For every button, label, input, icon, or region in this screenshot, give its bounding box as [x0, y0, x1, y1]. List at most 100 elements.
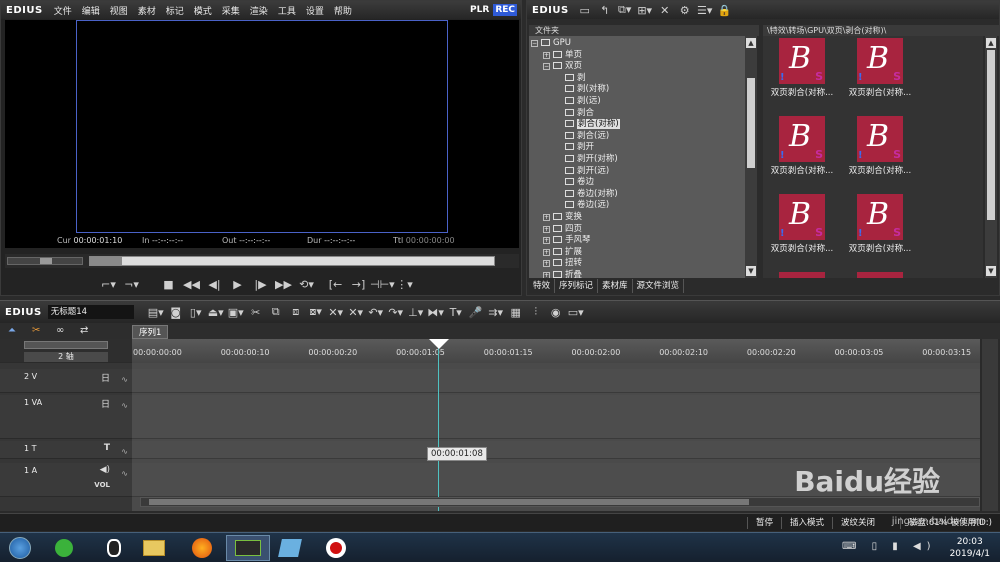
effect-thumbnail[interactable]: B! S 双页剥合(对称... — [843, 194, 917, 264]
rewind-icon[interactable]: ◀◀ — [180, 278, 203, 291]
tree-node[interactable]: 卷边(对称) — [565, 189, 618, 200]
expand-icon[interactable]: + — [543, 214, 550, 221]
timeline-vscroll[interactable] — [982, 339, 998, 511]
track-1va[interactable]: 1 VA 日 ∿ — [0, 395, 132, 439]
color-icon[interactable]: ◉ — [546, 306, 566, 319]
tree-node[interactable]: 卷边 — [565, 177, 594, 188]
tree-node[interactable]: 剥合(对称) — [565, 119, 620, 130]
undo-icon[interactable]: ↶▾ — [366, 306, 386, 319]
effect-thumbnail-partial[interactable] — [779, 272, 825, 278]
title-icon[interactable]: T▾ — [446, 306, 466, 319]
set-in-icon[interactable]: ⌐▾ — [97, 278, 120, 291]
transition-icon[interactable]: ⧓▾ — [426, 306, 446, 319]
collapse-icon[interactable]: − — [543, 63, 550, 71]
grid-icon[interactable]: ▦ — [506, 306, 526, 319]
menu-marker[interactable]: 标记 — [161, 4, 189, 17]
tree-node[interactable]: 剥开(对称) — [565, 154, 618, 165]
thumbs-scroll-down-icon[interactable]: ▼ — [986, 266, 996, 276]
effect-thumbnail[interactable]: B! S 双页剥合(对称... — [765, 194, 839, 264]
cursor-head-icon[interactable] — [429, 339, 449, 349]
explorer-icon[interactable] — [136, 535, 172, 561]
track-lane-2v[interactable] — [132, 369, 980, 393]
menu-file[interactable]: 文件 — [49, 4, 77, 17]
menu-tools[interactable]: 工具 — [273, 4, 301, 17]
expand-icon[interactable]: + — [543, 237, 550, 245]
tree-node[interactable]: + 变换 — [543, 212, 582, 223]
tree-node[interactable]: 剥合(远) — [565, 131, 609, 142]
menu-clip[interactable]: 素材 — [133, 4, 161, 17]
thumbs-scroll-thumb[interactable] — [987, 50, 995, 220]
effect-thumbnail[interactable]: B! S 双页剥合(对称... — [765, 38, 839, 108]
open-icon[interactable]: ⏏▾ — [206, 306, 226, 319]
add-icon[interactable]: ⊞▾ — [635, 4, 655, 17]
prev-frame-icon[interactable]: ◀| — [203, 278, 226, 291]
track-lane-1va[interactable] — [132, 395, 980, 439]
plr-button[interactable]: PLR — [468, 4, 491, 16]
video-toggle-icon[interactable]: 日 — [101, 371, 110, 384]
copy-clip-icon[interactable]: ⧉ — [266, 305, 286, 319]
title-track-icon[interactable]: T — [104, 443, 110, 453]
fast-forward-icon[interactable]: ▶▶ — [272, 278, 295, 291]
export-icon[interactable]: ⇉▾ — [486, 306, 506, 319]
tree-node[interactable]: + 扭转 — [543, 258, 582, 269]
scroll-down-icon[interactable]: ▼ — [746, 266, 756, 276]
split-icon[interactable]: ⊣⊢▾ — [370, 278, 395, 291]
tree-node[interactable]: 卷边(远) — [565, 200, 609, 211]
menu-edit[interactable]: 编辑 — [77, 4, 105, 17]
folder-icon[interactable]: ▭ — [575, 4, 595, 17]
scroll-up-icon[interactable]: ▲ — [746, 38, 756, 48]
stop-icon[interactable]: ■ — [157, 278, 180, 291]
play-icon[interactable]: ▶ — [226, 278, 249, 291]
channel-selector[interactable]: 2 轴 — [24, 352, 108, 362]
cut-mode-icon[interactable]: ✂ — [32, 325, 40, 336]
up-folder-icon[interactable]: ↰ — [595, 4, 615, 17]
shuttle-slider[interactable] — [7, 257, 83, 265]
tree-node[interactable]: 剥 — [565, 73, 586, 84]
ripple-delete-icon[interactable]: ✕▾ — [346, 306, 366, 319]
status-insert-mode[interactable]: 插入模式 — [780, 516, 832, 529]
collapse-icon[interactable]: − — [531, 40, 538, 47]
shuttle-handle[interactable] — [40, 258, 52, 264]
more-icon[interactable]: ⋮▾ — [393, 278, 416, 291]
waveform-icon[interactable]: ∿ — [121, 469, 128, 478]
track-2v[interactable]: 2 V 日 ∿ — [0, 369, 132, 393]
mic-icon[interactable]: 🎤 — [466, 306, 486, 319]
start-button-icon[interactable] — [2, 535, 38, 561]
waveform-icon[interactable]: ∿ — [121, 375, 128, 384]
mixer-icon[interactable]: ⫶ — [526, 305, 546, 319]
new-project-icon[interactable]: ▯▾ — [186, 306, 206, 319]
app-green-icon[interactable] — [46, 535, 82, 561]
video-toggle-icon[interactable]: 日 — [101, 397, 110, 410]
layout-icon[interactable]: ▭▾ — [566, 306, 586, 319]
tree-node[interactable]: 剥开(远) — [565, 166, 609, 177]
new-sequence-icon[interactable]: ▤▾ — [146, 306, 166, 319]
replace-icon[interactable]: ⧇▾ — [306, 305, 326, 319]
expand-icon[interactable]: + — [543, 260, 550, 268]
tree-node[interactable]: + 手风琴 — [543, 235, 591, 246]
marker-icon[interactable]: ⊥▾ — [406, 306, 426, 319]
track-1a[interactable]: 1 A ◀) VOL ∿ — [0, 463, 132, 497]
menu-help[interactable]: 帮助 — [329, 4, 357, 17]
loop-icon[interactable]: ⟲▾ — [295, 278, 318, 291]
menu-render[interactable]: 渲染 — [245, 4, 273, 17]
paste-icon[interactable]: ⧈ — [286, 305, 306, 319]
expand-icon[interactable]: + — [543, 51, 550, 59]
link-icon[interactable]: ∞ — [56, 325, 64, 336]
menu-settings[interactable]: 设置 — [301, 4, 329, 17]
properties-icon[interactable]: ⚙ — [675, 4, 695, 17]
effect-thumbnail[interactable]: B! S 双页剥合(对称... — [843, 116, 917, 186]
copy-icon[interactable]: ⧉▾ — [615, 3, 635, 17]
tab-effects[interactable]: 特效 — [529, 279, 556, 293]
menu-mode[interactable]: 模式 — [189, 4, 217, 17]
tree-node[interactable]: + 单页 — [543, 50, 582, 61]
track-1t[interactable]: 1 T T ∿ — [0, 441, 132, 459]
time-ruler[interactable]: 00:00:00:00 00:00:00:10 00:00:00:20 00:00:0… — [132, 339, 980, 363]
edius-task-icon[interactable] — [226, 535, 270, 561]
app-blue-icon[interactable] — [272, 535, 308, 561]
timeline-cursor[interactable] — [438, 339, 439, 511]
waveform-icon[interactable]: ∿ — [121, 401, 128, 410]
tray-icons[interactable]: ⌨ ▯ ▮ ◀) — [842, 541, 937, 552]
position-bar[interactable] — [89, 256, 495, 266]
tree-node[interactable]: 剥(远) — [565, 96, 601, 107]
tree-node[interactable]: − 双页 — [543, 61, 582, 72]
